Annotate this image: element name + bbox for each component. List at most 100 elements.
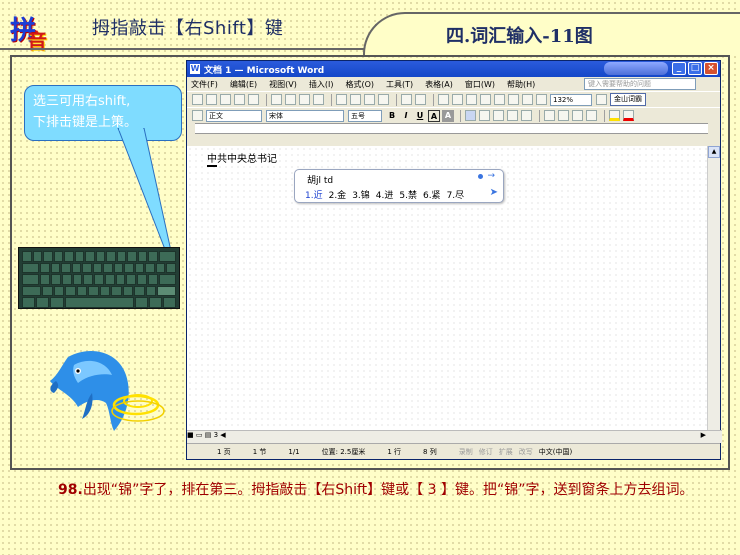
menu-table[interactable]: 表格(A) — [425, 79, 453, 90]
ime-candidate[interactable]: 7.尽 — [447, 188, 465, 201]
styles-pane-icon[interactable] — [192, 110, 203, 121]
tables-borders-icon[interactable] — [452, 94, 463, 105]
format-painter-icon[interactable] — [378, 94, 389, 105]
font-color-icon[interactable] — [623, 110, 634, 121]
status-rec[interactable]: 录制 — [459, 447, 473, 457]
email-icon[interactable] — [248, 94, 259, 105]
font-size-select[interactable]: 五号 — [348, 109, 382, 122]
drawing-icon[interactable] — [508, 94, 519, 105]
status-column: 8 列 — [423, 447, 437, 456]
ime-candidate[interactable]: 5.禁 — [399, 188, 417, 201]
underline-button[interactable]: U — [414, 110, 426, 122]
style-select[interactable]: 正文 — [206, 109, 262, 122]
print-icon[interactable] — [271, 94, 282, 105]
maximize-button[interactable]: □ — [688, 62, 702, 75]
dolphin-mascot — [50, 351, 165, 431]
outline-view-icon[interactable]: 3 — [214, 431, 218, 439]
char-border-button[interactable]: A — [428, 109, 440, 122]
ime-candidate[interactable]: 6.紧 — [423, 188, 441, 201]
menu-view[interactable]: 视图(V) — [269, 79, 297, 90]
vertical-scrollbar[interactable]: ▲ — [707, 146, 720, 430]
ime-candidate[interactable]: 4.进 — [376, 188, 394, 201]
status-trk[interactable]: 修订 — [479, 447, 493, 457]
minimize-button[interactable]: _ — [672, 62, 686, 75]
open-icon[interactable] — [206, 94, 217, 105]
align-justify-icon[interactable] — [465, 110, 476, 121]
increase-indent-icon[interactable] — [586, 110, 597, 121]
doc-map-icon[interactable] — [522, 94, 533, 105]
callout-line-1: 选三可用右shift, — [33, 94, 131, 109]
web-view-icon[interactable]: ▭ — [196, 431, 203, 439]
jinshan-button[interactable]: 金山词霸 — [610, 93, 646, 106]
ime-candidate[interactable]: 3.锦 — [352, 188, 370, 201]
print-preview-icon[interactable] — [285, 94, 296, 105]
numbering-icon[interactable] — [544, 110, 555, 121]
scroll-right-icon[interactable]: ▶ — [701, 431, 706, 439]
permission-icon[interactable] — [234, 94, 245, 105]
highlight-icon[interactable] — [609, 110, 620, 121]
ime-candidate[interactable]: 1.近 — [305, 188, 323, 201]
scroll-up-icon[interactable]: ▲ — [708, 146, 720, 158]
ime-candidate-list: 1.近 2.金 3.锦 4.进 5.禁 6.紧 7.尽 — [305, 188, 464, 201]
paste-icon[interactable] — [364, 94, 375, 105]
close-button[interactable]: × — [704, 62, 718, 75]
align-right-icon[interactable] — [493, 110, 504, 121]
caption-text: 出现“锦”字了，排在第三。拇指敲击【右Shift】键或【 3 】键。把“锦”字，… — [82, 482, 694, 498]
ime-candidate[interactable]: 2.金 — [329, 188, 347, 201]
bullets-icon[interactable] — [558, 110, 569, 121]
formatting-toolbar: 正文 宋体 五号 B I U A A — [187, 107, 720, 123]
align-center-icon[interactable] — [479, 110, 490, 121]
status-position: 位置: 2.5厘米 — [321, 447, 366, 456]
status-page: 1 页 — [217, 447, 231, 456]
section-title: 四.词汇输入-11图 — [446, 26, 593, 47]
char-shading-button[interactable]: A — [442, 109, 454, 122]
columns-icon[interactable] — [494, 94, 505, 105]
horizontal-scrollbar[interactable]: ■ ▭ ▤ 3 ◀ ▶ — [187, 430, 722, 443]
distribute-icon[interactable] — [507, 110, 518, 121]
font-select[interactable]: 宋体 — [266, 109, 344, 122]
cut-icon[interactable] — [336, 94, 347, 105]
menu-format[interactable]: 格式(O) — [345, 79, 374, 90]
titlebar-logo — [604, 62, 668, 75]
status-ovr[interactable]: 改写 — [519, 447, 533, 457]
research-icon[interactable] — [313, 94, 324, 105]
menu-edit[interactable]: 编辑(E) — [230, 79, 257, 90]
bold-button[interactable]: B — [386, 110, 398, 122]
menu-tools[interactable]: 工具(T) — [386, 79, 413, 90]
redo-icon[interactable] — [415, 94, 426, 105]
horizontal-ruler[interactable] — [195, 123, 708, 134]
save-icon[interactable] — [220, 94, 231, 105]
new-doc-icon[interactable] — [192, 94, 203, 105]
status-ext[interactable]: 扩展 — [499, 447, 513, 457]
hyperlink-icon[interactable] — [438, 94, 449, 105]
status-language: 中文(中国) — [538, 447, 573, 456]
spelling-icon[interactable] — [299, 94, 310, 105]
scroll-left-icon[interactable]: ◀ — [220, 431, 225, 439]
status-section: 1 节 — [252, 447, 267, 456]
insert-excel-icon[interactable] — [480, 94, 491, 105]
italic-button[interactable]: I — [400, 110, 412, 122]
help-search-input[interactable]: 键入需要帮助的问题 — [584, 78, 696, 90]
menu-file[interactable]: 文件(F) — [191, 79, 218, 90]
insert-table-icon[interactable] — [466, 94, 477, 105]
menu-help[interactable]: 帮助(H) — [507, 79, 535, 90]
menu-window[interactable]: 窗口(W) — [465, 79, 495, 90]
line-spacing-icon[interactable] — [521, 110, 532, 121]
keyboard-illustration — [18, 247, 180, 309]
normal-view-icon[interactable]: ■ — [187, 431, 194, 439]
help-icon[interactable] — [596, 94, 607, 105]
show-hide-icon[interactable] — [536, 94, 547, 105]
status-pages: 1/1 — [288, 447, 300, 456]
ime-composition: 胡jl td — [307, 176, 334, 186]
print-view-icon[interactable]: ▤ — [205, 431, 212, 439]
undo-icon[interactable] — [401, 94, 412, 105]
ime-next-icon[interactable]: → — [487, 171, 495, 181]
text-cursor — [207, 165, 217, 167]
document-text: 中共中央总书记 — [207, 154, 277, 165]
ime-page-arrow-icon[interactable]: ➤ — [490, 187, 498, 198]
word-window-title: 文档 1 — Microsoft Word — [204, 65, 325, 76]
copy-icon[interactable] — [350, 94, 361, 105]
decrease-indent-icon[interactable] — [572, 110, 583, 121]
menu-insert[interactable]: 插入(I) — [309, 79, 334, 90]
zoom-select[interactable]: 132% — [550, 93, 592, 106]
